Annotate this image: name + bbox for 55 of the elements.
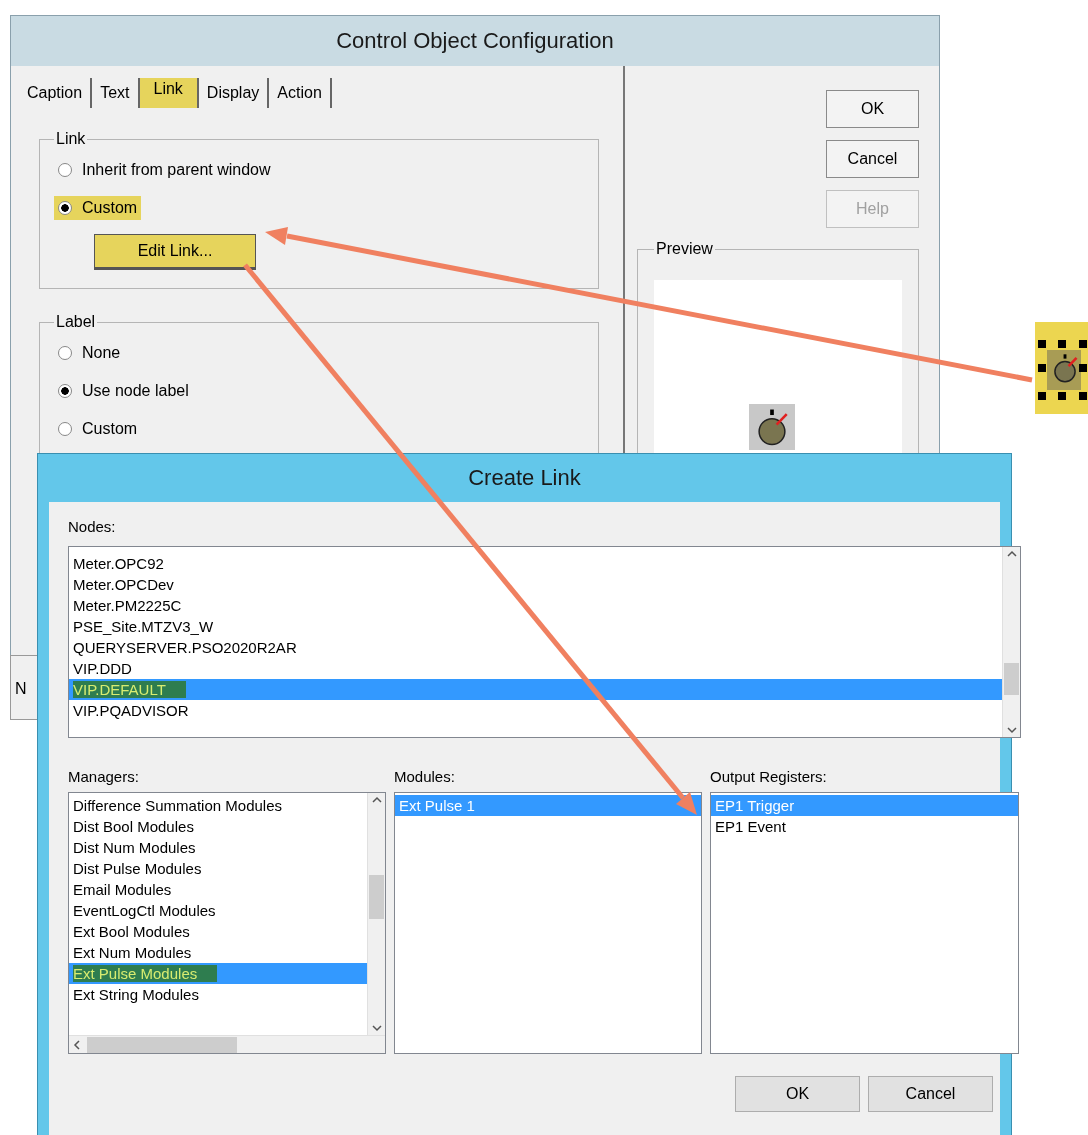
- edit-link-button[interactable]: Edit Link...: [94, 234, 256, 270]
- group-title: Preview: [655, 240, 714, 258]
- tab[interactable]: Link: [139, 78, 199, 108]
- dialog-button[interactable]: OK: [735, 1076, 860, 1112]
- scroll-thumb[interactable]: [1004, 663, 1019, 695]
- dialog-button[interactable]: OK: [826, 90, 919, 128]
- scrollbar[interactable]: [1002, 547, 1020, 737]
- list-item[interactable]: PSE_Site.MTZV3_W: [69, 616, 1002, 637]
- scroll-thumb[interactable]: [87, 1036, 237, 1053]
- radio-button[interactable]: [58, 384, 72, 398]
- list-item[interactable]: Dist Num Modules: [69, 837, 367, 858]
- radio-button[interactable]: [58, 163, 72, 177]
- radio-button[interactable]: [58, 201, 72, 215]
- window-title: Control Object Configuration: [336, 28, 614, 54]
- list-item[interactable]: VIP.DEFAULT: [69, 679, 1002, 700]
- list-label: Managers:: [68, 766, 140, 787]
- radio-button[interactable]: [58, 422, 72, 436]
- list-item[interactable]: Ext String Modules: [69, 984, 367, 1005]
- scrollbar[interactable]: [367, 793, 385, 1035]
- list-item[interactable]: Meter.OPCDev: [69, 574, 1002, 595]
- knob-icon: [749, 404, 795, 450]
- radio-option[interactable]: Inherit from parent window: [54, 158, 275, 182]
- list-item[interactable]: EventLogCtl Modules: [69, 900, 367, 921]
- managers-list[interactable]: Difference Summation Modules Dist Bool Modules Dist Num Modules Dist Pulse Modules Email Modules EventLogCtl Modules Ext Bool Modules Ext Num Modules Ext Pulse Modules Ext String Modules: [68, 792, 386, 1054]
- scroll-thumb[interactable]: [369, 875, 384, 919]
- group-title: Label: [55, 313, 97, 331]
- list-label: Output Registers:: [710, 766, 828, 787]
- registers-list[interactable]: EP1 Trigger EP1 Event: [710, 792, 1019, 1054]
- list-item[interactable]: Dist Bool Modules: [69, 816, 367, 837]
- list-item[interactable]: QUERYSERVER.PSO2020R2AR: [69, 637, 1002, 658]
- radio-option[interactable]: Custom: [54, 417, 142, 441]
- list-item[interactable]: Meter.PM2225C: [69, 595, 1002, 616]
- list-item[interactable]: VIP.DDD: [69, 658, 1002, 679]
- list-item[interactable]: Email Modules: [69, 879, 367, 900]
- radio-button[interactable]: [58, 346, 72, 360]
- list-item[interactable]: Dist Pulse Modules: [69, 858, 367, 879]
- nodes-list[interactable]: Meter.OPC92 Meter.OPCDev Meter.PM2225C PSE_Site.MTZV3_W QUERYSERVER.PSO2020R2AR VIP.DDD VIP.DEFAULT VIP.PQADVISOR: [68, 546, 1021, 738]
- list-item[interactable]: Ext Bool Modules: [69, 921, 367, 942]
- scrollbar[interactable]: [69, 1035, 385, 1053]
- list-item[interactable]: EP1 Event: [711, 816, 1018, 837]
- dialog-button[interactable]: Cancel: [868, 1076, 993, 1112]
- list-item[interactable]: Ext Num Modules: [69, 942, 367, 963]
- list-label: Modules:: [394, 766, 456, 787]
- list-item[interactable]: VIP.PQADVISOR: [69, 700, 1002, 721]
- list-label: Nodes:: [68, 516, 117, 537]
- radio-option[interactable]: None: [54, 341, 125, 365]
- list-item[interactable]: Ext Pulse Modules: [69, 963, 367, 984]
- dialog-button[interactable]: Cancel: [826, 140, 919, 178]
- radio-option[interactable]: Custom: [54, 196, 142, 220]
- knob-widget-drawing[interactable]: [1035, 322, 1088, 414]
- group-title: Link: [55, 130, 87, 148]
- radio-option[interactable]: Use node label: [54, 379, 193, 403]
- window-title: Create Link: [468, 465, 581, 491]
- list-item[interactable]: Meter.OPC92: [69, 553, 1002, 574]
- list-item[interactable]: Difference Summation Modules: [69, 795, 367, 816]
